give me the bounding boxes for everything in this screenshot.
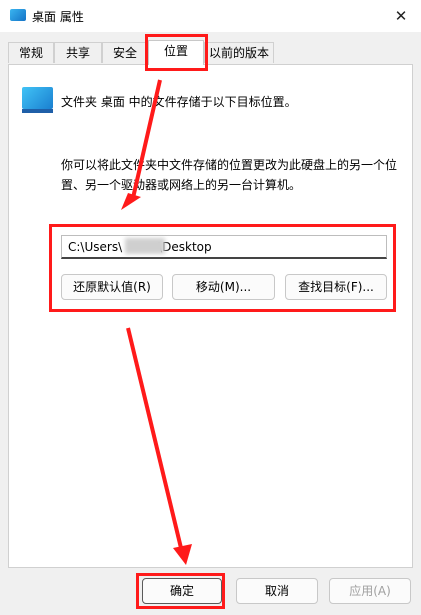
arrow-head-2 bbox=[173, 544, 192, 565]
tab-location[interactable]: 位置 bbox=[148, 40, 204, 65]
arrow-line-1 bbox=[131, 79, 162, 199]
arrow-head-1 bbox=[121, 193, 141, 210]
arrow-line-2 bbox=[126, 327, 183, 549]
annotation-arrows bbox=[121, 79, 192, 565]
